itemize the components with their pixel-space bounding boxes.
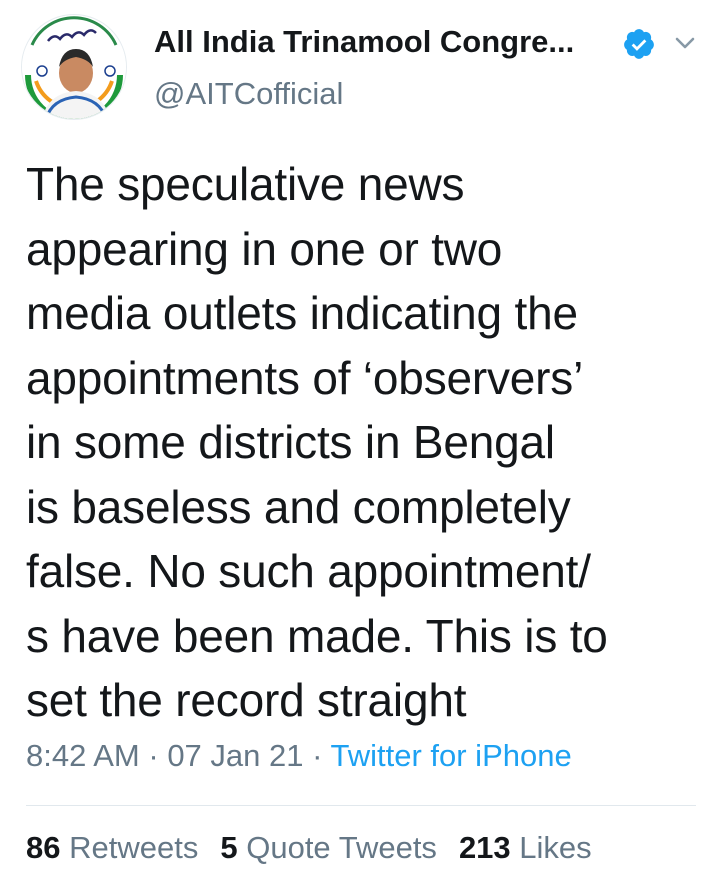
retweets-label: Retweets: [69, 830, 199, 865]
quote-tweets-stat[interactable]: 5 Quote Tweets: [220, 830, 437, 865]
divider: [26, 805, 696, 806]
author-name[interactable]: All India Trinamool Congre...: [154, 24, 574, 60]
author-handle[interactable]: @AITCofficial: [154, 76, 343, 112]
tweet-meta: 8:42 AM · 07 Jan 21 · Twitter for iPhone: [26, 738, 572, 774]
likes-stat[interactable]: 213 Likes: [459, 830, 592, 865]
verified-badge-icon: [624, 29, 654, 59]
tweet-time[interactable]: 8:42 AM: [26, 738, 140, 773]
quote-tweets-count: 5: [220, 830, 238, 865]
tweet-text: The speculative news appearing in one or…: [26, 158, 608, 726]
profile-avatar-icon[interactable]: [22, 15, 126, 119]
meta-separator: ·: [139, 738, 168, 773]
tweet-date[interactable]: 07 Jan 21: [167, 738, 303, 773]
tweet-source-link[interactable]: Twitter for iPhone: [330, 738, 571, 773]
retweets-count: 86: [26, 830, 61, 865]
retweets-stat[interactable]: 86 Retweets: [26, 830, 198, 865]
meta-separator: ·: [303, 738, 331, 773]
likes-label: Likes: [519, 830, 592, 865]
tweet-stats: 86 Retweets 5 Quote Tweets 213 Likes: [26, 830, 592, 866]
tweet-card: All India Trinamool Congre... @AITCoffic…: [0, 0, 720, 891]
quote-tweets-label: Quote Tweets: [246, 830, 437, 865]
avatar-image: [22, 15, 126, 119]
chevron-down-icon[interactable]: [672, 32, 698, 54]
likes-count: 213: [458, 830, 511, 865]
